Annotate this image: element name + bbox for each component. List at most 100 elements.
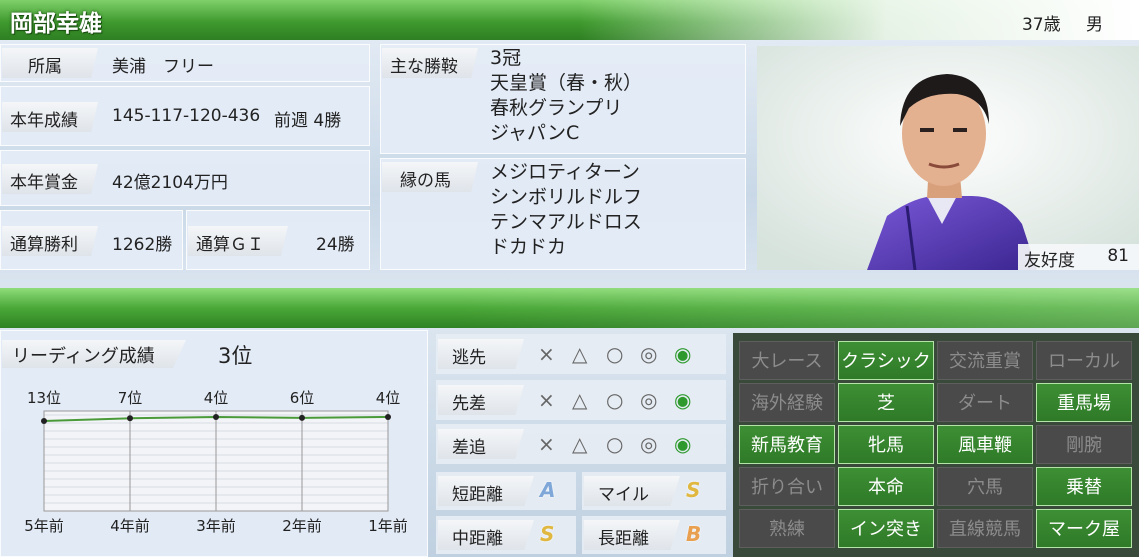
style-mark: × bbox=[538, 388, 555, 412]
style-mark: ○ bbox=[606, 388, 624, 412]
style-row-label: 差追 bbox=[438, 429, 524, 459]
skill-badge: クラシック bbox=[838, 341, 934, 380]
bond-horses-list: メジロティターン シンボリルドルフ テンマアルドロス ドカドカ bbox=[490, 160, 642, 260]
main-win-item: 春秋グランプリ bbox=[490, 97, 623, 119]
main-win-item: ジャパンC bbox=[490, 122, 580, 144]
total-wins-label: 通算勝利 bbox=[2, 226, 98, 256]
record-value: 145-117-120-436 bbox=[112, 106, 261, 126]
bond-horses-label: 縁の馬 bbox=[382, 162, 478, 192]
skill-badge: 熟練 bbox=[739, 509, 835, 548]
jockey-portrait-image bbox=[757, 46, 1139, 270]
chart-point bbox=[385, 413, 391, 420]
chart-point-label: 4位 bbox=[376, 389, 401, 407]
leading-label: リーディング成績 bbox=[12, 346, 155, 367]
chart-category-label: 2年前 bbox=[282, 517, 322, 535]
skill-badge: マーク屋 bbox=[1036, 509, 1132, 548]
style-mark: ◉ bbox=[674, 432, 692, 456]
distance-box: マイル S bbox=[582, 472, 726, 510]
total-g1-label: 通算ＧＩ bbox=[188, 226, 288, 256]
chart-point bbox=[299, 414, 305, 421]
distance-box: 長距離 B bbox=[582, 516, 726, 554]
distance-grade: S bbox=[686, 478, 701, 502]
style-mark: ◉ bbox=[674, 388, 692, 412]
skill-badge: 新馬教育 bbox=[739, 425, 835, 464]
skill-badge: 折り合い bbox=[739, 467, 835, 506]
distance-grade: S bbox=[540, 522, 555, 546]
affiliation-label: 所属 bbox=[2, 48, 98, 78]
favor-label: 友好度 bbox=[1024, 251, 1075, 271]
skill-badge: 海外経験 bbox=[739, 383, 835, 422]
style-mark: ◎ bbox=[640, 388, 658, 412]
main-wins-list: 3冠 天皇賞（春・秋） 春秋グランプリ ジャパンC bbox=[490, 46, 642, 146]
chart-point bbox=[213, 413, 219, 420]
style-mark: ◎ bbox=[640, 432, 658, 456]
leading-rank: 3位 bbox=[218, 344, 253, 368]
skill-badge: 剛腕 bbox=[1036, 425, 1132, 464]
skill-badge: 直線競馬 bbox=[937, 509, 1033, 548]
skill-badge: 風車鞭 bbox=[937, 425, 1033, 464]
style-mark: × bbox=[538, 432, 555, 456]
chart-category-label: 3年前 bbox=[196, 517, 236, 535]
chart-point-label: 13位 bbox=[27, 389, 61, 407]
skill-badge: イン突き bbox=[838, 509, 934, 548]
affiliation-value: 美浦 フリー bbox=[112, 57, 214, 77]
favor-box: 友好度 81 bbox=[1018, 244, 1139, 271]
main-wins-label: 主な勝鞍 bbox=[382, 48, 478, 78]
leading-chart: 13位 5年前 7位 4年前 4位 3年前 6位 2年前 4位 1年前 bbox=[24, 389, 408, 535]
bond-horse-item: テンマアルドロス bbox=[490, 211, 642, 233]
style-mark: ◎ bbox=[640, 342, 658, 366]
skill-badge: 交流重賞 bbox=[937, 341, 1033, 380]
skill-badge: 本命 bbox=[838, 467, 934, 506]
skill-badge: 牝馬 bbox=[838, 425, 934, 464]
distance-box: 短距離 A bbox=[436, 472, 576, 510]
sex: 男 bbox=[1086, 15, 1103, 35]
style-mark: △ bbox=[572, 388, 588, 412]
style-mark: △ bbox=[572, 432, 588, 456]
chart-point-label: 7位 bbox=[118, 389, 143, 407]
distance-label: 短距離 bbox=[438, 476, 534, 506]
record-label: 本年成績 bbox=[2, 102, 98, 132]
style-mark: △ bbox=[572, 342, 588, 366]
style-mark: ○ bbox=[606, 342, 624, 366]
skill-badge: ローカル bbox=[1036, 341, 1132, 380]
total-wins-value: 1262勝 bbox=[112, 235, 173, 255]
style-row-label: 逃先 bbox=[438, 339, 524, 369]
style-mark: × bbox=[538, 342, 555, 366]
distance-box: 中距離 S bbox=[436, 516, 576, 554]
age-sex: 37歳 男 bbox=[1022, 10, 1103, 35]
age: 37歳 bbox=[1021, 15, 1061, 35]
bond-horse-item: ドカドカ bbox=[490, 236, 567, 258]
skill-badge: 大レース bbox=[739, 341, 835, 380]
prize-value: 42億2104万円 bbox=[112, 173, 228, 193]
bond-horse-item: メジロティターン bbox=[490, 161, 640, 183]
bond-horse-item: シンボリルドルフ bbox=[490, 186, 643, 208]
distance-grade: A bbox=[540, 478, 556, 502]
jockey-name: 岡部幸雄 bbox=[10, 11, 102, 37]
skill-badge: 重馬場 bbox=[1036, 383, 1132, 422]
section-divider-fade bbox=[0, 288, 1139, 328]
chart-category-label: 4年前 bbox=[110, 517, 150, 535]
chart-category-label: 5年前 bbox=[24, 517, 64, 535]
chart-point-label: 4位 bbox=[204, 389, 229, 407]
chart-point bbox=[41, 418, 47, 424]
skill-badge: ダート bbox=[937, 383, 1033, 422]
chart-point-label: 6位 bbox=[290, 389, 315, 407]
lastweek-value: 前週 4勝 bbox=[274, 111, 342, 131]
style-mark: ◉ bbox=[674, 342, 692, 366]
style-row-label: 先差 bbox=[438, 385, 524, 415]
skill-badge: 芝 bbox=[838, 383, 934, 422]
distance-label: 中距離 bbox=[438, 520, 534, 550]
style-mark: ○ bbox=[606, 432, 624, 456]
main-win-item: 3冠 bbox=[490, 47, 522, 69]
skill-badge: 穴馬 bbox=[937, 467, 1033, 506]
jockey-portrait bbox=[757, 46, 1139, 270]
chart-category-label: 1年前 bbox=[368, 517, 408, 535]
total-g1-value: 24勝 bbox=[316, 235, 355, 255]
skill-badge: 乗替 bbox=[1036, 467, 1132, 506]
distance-label: 長距離 bbox=[584, 520, 680, 550]
distance-label: マイル bbox=[584, 476, 680, 506]
prize-label: 本年賞金 bbox=[2, 164, 98, 194]
favor-value: 81 bbox=[1107, 246, 1129, 266]
chart-point bbox=[127, 415, 133, 422]
main-win-item: 天皇賞（春・秋） bbox=[490, 72, 643, 94]
